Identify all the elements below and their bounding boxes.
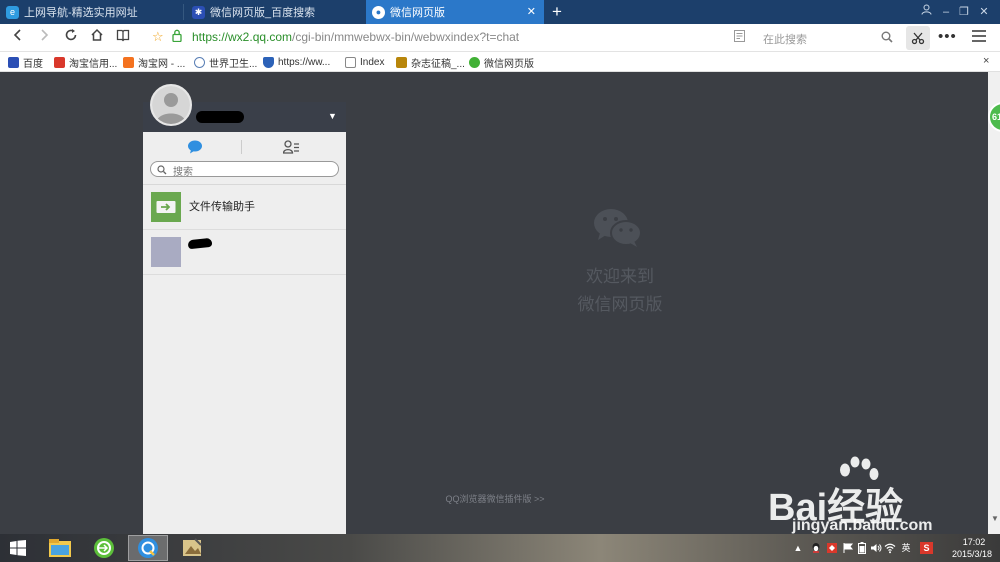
battery-icon[interactable] <box>856 542 868 554</box>
tab-label: 上网导航-精选实用网址 <box>24 7 138 19</box>
contacts-tab-icon[interactable] <box>282 140 300 157</box>
bookmark-who[interactable]: 世界卫生... <box>194 55 257 70</box>
wechat-logo-icon <box>592 207 644 252</box>
chat-item-file-transfer[interactable]: 文件传输助手 <box>143 185 346 230</box>
chat-name: 文件传输助手 <box>189 201 255 213</box>
redacted-nickname <box>196 111 244 123</box>
avatar[interactable] <box>150 84 192 126</box>
user-icon[interactable] <box>917 3 935 21</box>
home-icon[interactable] <box>87 28 107 48</box>
tray-expand-icon[interactable]: ▲ <box>792 542 804 554</box>
qq-browser-icon: e <box>6 5 19 19</box>
bookmark-journal[interactable]: 杂志征稿_... <box>396 55 465 70</box>
wechat-icon: ● <box>372 5 385 19</box>
security-tray-icon[interactable] <box>826 542 838 554</box>
star-icon[interactable]: ☆ <box>152 29 164 45</box>
search-box[interactable]: 在此搜索 <box>755 27 900 49</box>
qq-browser-taskbar-icon[interactable] <box>128 535 168 561</box>
bookmark-https[interactable]: https://ww... <box>263 55 330 69</box>
tab-divider <box>241 140 242 154</box>
sogou-ime-icon[interactable]: S <box>920 542 933 554</box>
flag-tray-icon[interactable] <box>842 542 854 554</box>
welcome-line-2: 微信网页版 <box>577 295 663 314</box>
watermark-url: jingyan.baidu.com <box>792 517 933 534</box>
clock-time[interactable]: 17:02 <box>952 537 996 547</box>
search-input[interactable]: 搜索 <box>150 161 339 178</box>
wifi-icon[interactable] <box>884 542 896 554</box>
globe-icon <box>194 56 205 68</box>
tab-bar: e 上网导航-精选实用网址 ✱ 微信网页版_百度搜索 ● 微信网页版 ✕ + –… <box>0 0 1000 24</box>
wechat-sidebar: ▼ 搜索 文件传输助手 <box>143 102 346 534</box>
file-explorer-icon[interactable] <box>40 535 80 561</box>
tab-wechat[interactable]: ● 微信网页版 ✕ <box>366 0 544 24</box>
scroll-down-icon[interactable]: ▼ <box>991 514 999 523</box>
chevron-down-icon[interactable]: ▼ <box>328 111 337 121</box>
shield-icon <box>263 56 274 68</box>
page-icon <box>345 56 356 68</box>
bookmark-index[interactable]: Index <box>345 55 384 69</box>
back-icon[interactable] <box>8 28 28 48</box>
baidu-paw-icon: ✱ <box>192 5 205 19</box>
search-placeholder: 搜索 <box>173 167 193 178</box>
clock-date[interactable]: 2015/3/18 <box>944 549 1000 559</box>
volume-icon[interactable] <box>870 542 882 554</box>
reader-icon[interactable] <box>113 28 133 48</box>
bookmark-taobao[interactable]: 淘宝网 - ... <box>123 55 185 70</box>
wechat-icon <box>469 56 480 68</box>
contact-avatar <box>151 237 181 267</box>
taobao-icon <box>123 56 134 68</box>
bookmark-wechat[interactable]: 微信网页版 <box>469 55 534 70</box>
forward-icon[interactable] <box>34 28 54 48</box>
file-transfer-avatar <box>151 192 181 222</box>
refresh-icon[interactable] <box>61 28 81 48</box>
tab-separator <box>183 4 184 20</box>
tab-label: 微信网页版_百度搜索 <box>210 7 316 19</box>
close-tab-icon[interactable]: ✕ <box>527 5 536 18</box>
bookmark-baidu[interactable]: 百度 <box>8 55 43 70</box>
tab-nav[interactable]: e 上网导航-精选实用网址 <box>0 0 180 24</box>
minimize-icon[interactable]: – <box>937 3 955 21</box>
windows-start-icon[interactable] <box>0 535 36 561</box>
redacted-name <box>187 237 213 250</box>
ime-indicator[interactable]: 英 <box>900 542 912 554</box>
lock-icon <box>172 29 182 45</box>
restore-icon[interactable]: ❐ <box>955 3 973 21</box>
new-tab-button[interactable]: + <box>552 2 562 22</box>
scrollbar[interactable]: ▼ <box>988 72 1000 534</box>
welcome-line-1: 欢迎来到 <box>586 267 654 286</box>
search-icon <box>157 164 167 178</box>
tab-baidu-search[interactable]: ✱ 微信网页版_百度搜索 <box>186 0 364 24</box>
menu-icon[interactable] <box>972 30 986 45</box>
360-browser-icon[interactable] <box>84 535 124 561</box>
chat-tab-icon[interactable] <box>187 140 203 157</box>
bookmarks-bar: 百度 淘宝信用... 淘宝网 - ... 世界卫生... https://ww.… <box>0 52 1000 72</box>
url-text[interactable]: https://wx2.qq.com/cgi-bin/mmwebwx-bin/w… <box>192 30 519 44</box>
tab-label: 微信网页版 <box>390 7 445 19</box>
screenshot-scissors-icon[interactable] <box>906 26 930 50</box>
panel-tabs <box>143 132 346 162</box>
search-placeholder: 在此搜索 <box>763 34 807 46</box>
journal-icon <box>396 56 407 68</box>
plugin-link[interactable]: QQ浏览器微信插件版 >> <box>430 492 560 505</box>
toolbar: ☆ https://wx2.qq.com/cgi-bin/mmwebwx-bin… <box>0 24 1000 52</box>
close-window-icon[interactable]: ✕ <box>975 3 993 21</box>
address-bar[interactable]: ☆ https://wx2.qq.com/cgi-bin/mmwebwx-bin… <box>148 27 748 49</box>
baidu-icon <box>8 56 19 68</box>
search-icon[interactable] <box>881 31 893 46</box>
bookmark-taobao-credit[interactable]: 淘宝信用... <box>54 55 117 70</box>
image-tool-icon[interactable] <box>172 535 212 561</box>
chat-item-contact[interactable] <box>143 230 346 275</box>
taobao-credit-icon <box>54 56 65 68</box>
page-info-icon[interactable] <box>734 30 745 45</box>
close-bookmarks-icon[interactable]: × <box>983 55 989 67</box>
qq-tray-icon[interactable] <box>810 542 822 554</box>
more-icon[interactable]: ••• <box>938 28 957 45</box>
